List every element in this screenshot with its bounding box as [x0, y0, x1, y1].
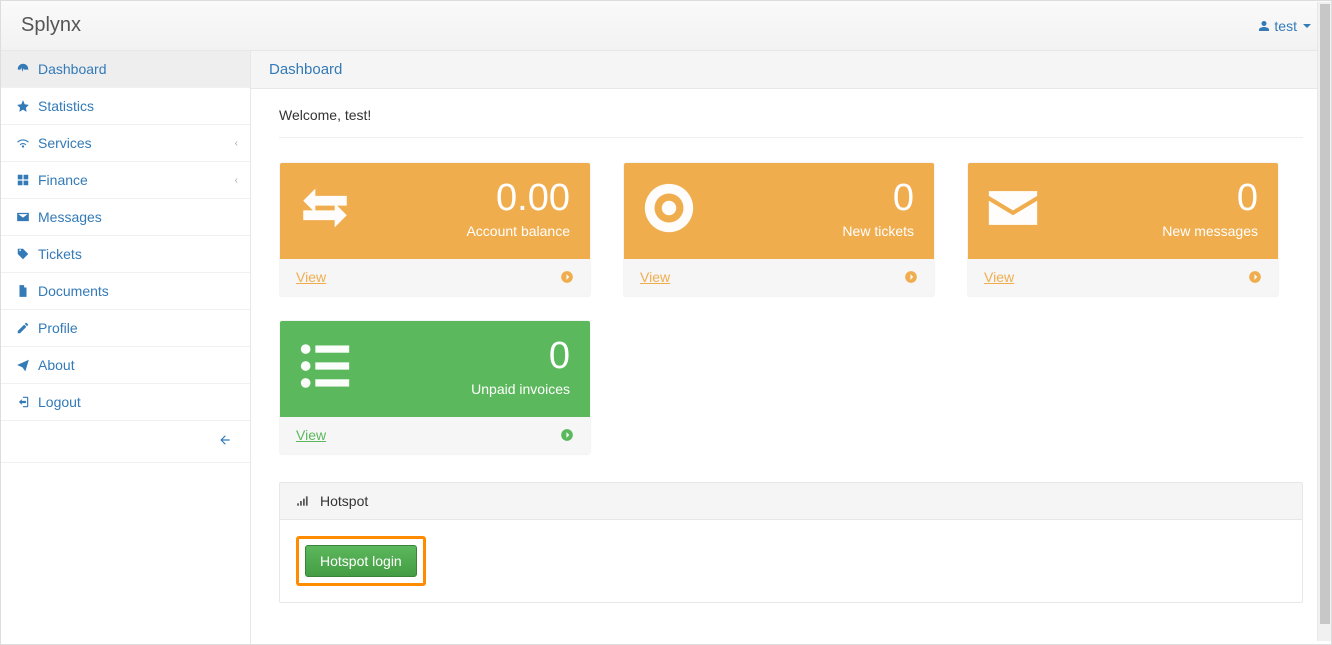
card-value: 0.00: [466, 179, 570, 217]
sidebar-item-label: Statistics: [38, 98, 94, 114]
signal-icon: [296, 494, 310, 508]
sidebar: Dashboard Statistics Services ‹ Finance …: [1, 51, 251, 644]
card-view-link[interactable]: View: [280, 417, 590, 453]
user-dropdown[interactable]: test: [1258, 18, 1311, 34]
envelope-icon: [16, 210, 30, 224]
paper-plane-icon: [16, 358, 30, 372]
card-view-link[interactable]: View: [624, 259, 934, 295]
sidebar-item-label: Documents: [38, 283, 109, 299]
card-label: Unpaid invoices: [471, 381, 570, 397]
sidebar-collapse[interactable]: [1, 421, 250, 463]
list-icon: [296, 337, 354, 395]
sidebar-item-label: Profile: [38, 320, 78, 336]
sidebar-item-about[interactable]: About: [1, 347, 250, 383]
card-value: 0: [842, 179, 914, 217]
arrow-circle-right-icon: [904, 270, 918, 284]
card-label: New tickets: [842, 223, 914, 239]
arrow-circle-right-icon: [1248, 270, 1262, 284]
view-label: View: [296, 427, 326, 443]
sidebar-item-label: Logout: [38, 394, 81, 410]
view-label: View: [640, 269, 670, 285]
sidebar-item-label: Dashboard: [38, 61, 107, 77]
chevron-left-icon: ‹: [235, 175, 238, 186]
sidebar-item-label: About: [38, 357, 75, 373]
sidebar-item-finance[interactable]: Finance ‹: [1, 162, 250, 198]
view-label: View: [984, 269, 1014, 285]
sidebar-item-statistics[interactable]: Statistics: [1, 88, 250, 124]
sidebar-item-dashboard[interactable]: Dashboard: [1, 51, 250, 87]
card-value: 0: [471, 337, 570, 375]
sidebar-item-profile[interactable]: Profile: [1, 310, 250, 346]
sidebar-item-services[interactable]: Services ‹: [1, 125, 250, 161]
breadcrumb-link[interactable]: Dashboard: [269, 61, 342, 78]
panel-title: Hotspot: [320, 493, 368, 509]
file-icon: [16, 284, 30, 298]
star-icon: [16, 99, 30, 113]
welcome-text: Welcome, test!: [279, 107, 1303, 123]
hotspot-login-button[interactable]: Hotspot login: [305, 545, 417, 577]
card-value: 0: [1162, 179, 1258, 217]
brand-logo: Splynx: [21, 14, 81, 37]
sign-out-icon: [16, 395, 30, 409]
card-label: Account balance: [466, 223, 570, 239]
arrow-circle-right-icon: [560, 270, 574, 284]
sidebar-item-messages[interactable]: Messages: [1, 199, 250, 235]
arrow-left-icon: [218, 433, 232, 447]
exchange-icon: [296, 179, 354, 237]
grid-icon: [16, 173, 30, 187]
dashboard-icon: [16, 62, 30, 76]
card-unpaid-invoices: 0 Unpaid invoices View: [279, 320, 591, 454]
view-label: View: [296, 269, 326, 285]
card-view-link[interactable]: View: [968, 259, 1278, 295]
tag-icon: [16, 247, 30, 261]
user-label: test: [1274, 18, 1297, 34]
highlight-box: Hotspot login: [296, 536, 426, 586]
card-label: New messages: [1162, 223, 1258, 239]
breadcrumb: Dashboard: [251, 51, 1331, 89]
sidebar-item-tickets[interactable]: Tickets: [1, 236, 250, 272]
user-icon: [1258, 20, 1270, 32]
caret-down-icon: [1303, 24, 1311, 28]
pencil-icon: [16, 321, 30, 335]
arrow-circle-right-icon: [560, 428, 574, 442]
life-ring-icon: [640, 179, 698, 237]
divider: [279, 137, 1303, 138]
envelope-icon: [984, 179, 1042, 237]
card-view-link[interactable]: View: [280, 259, 590, 295]
sidebar-item-label: Tickets: [38, 246, 82, 262]
hotspot-panel: Hotspot Hotspot login: [279, 482, 1303, 603]
sidebar-item-logout[interactable]: Logout: [1, 384, 250, 420]
scrollbar[interactable]: [1317, 2, 1331, 641]
wifi-icon: [16, 136, 30, 150]
card-account-balance: 0.00 Account balance View: [279, 162, 591, 296]
sidebar-item-label: Finance: [38, 172, 88, 188]
card-new-messages: 0 New messages View: [967, 162, 1279, 296]
scrollbar-thumb[interactable]: [1320, 4, 1330, 624]
card-new-tickets: 0 New tickets View: [623, 162, 935, 296]
sidebar-item-label: Services: [38, 135, 92, 151]
sidebar-item-documents[interactable]: Documents: [1, 273, 250, 309]
sidebar-item-label: Messages: [38, 209, 102, 225]
chevron-left-icon: ‹: [235, 138, 238, 149]
